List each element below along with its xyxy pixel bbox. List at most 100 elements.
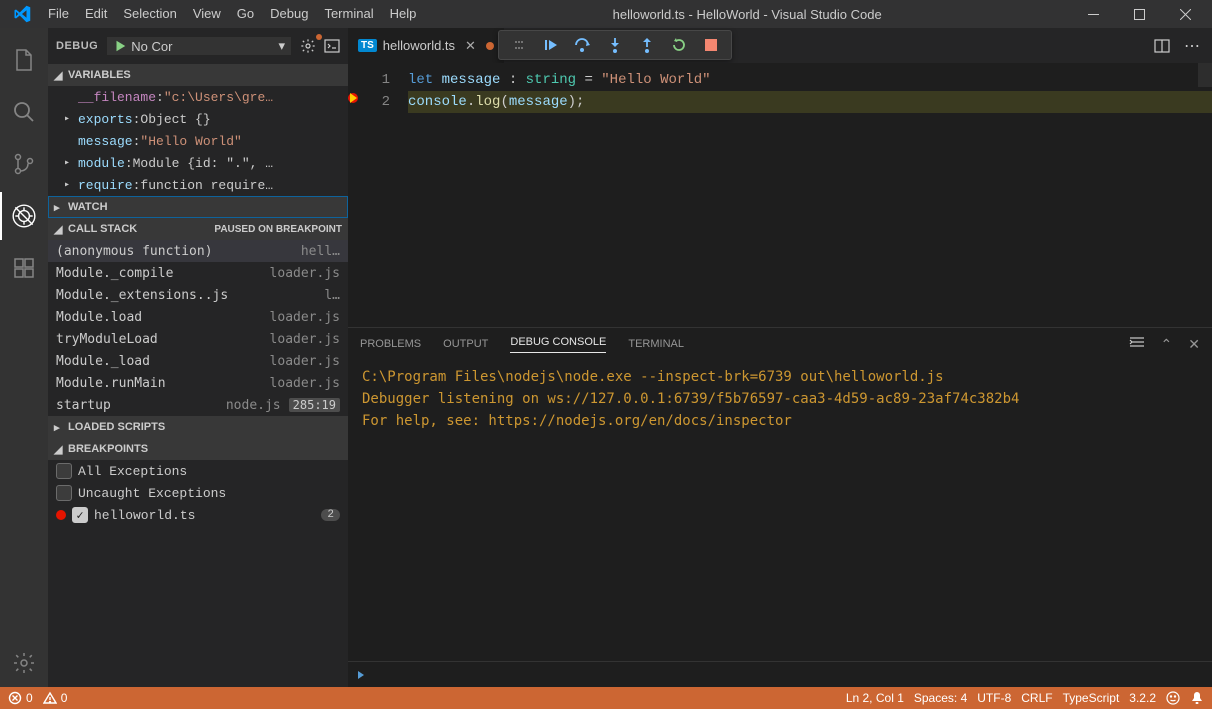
window-title: helloworld.ts - HelloWorld - Visual Stud… (424, 7, 1070, 22)
checkbox[interactable] (56, 485, 72, 501)
status-errors[interactable]: 0 (8, 691, 33, 705)
section-breakpoints-header[interactable]: ◢ BREAKPOINTS (48, 438, 348, 460)
menu-view[interactable]: View (185, 0, 229, 28)
titlebar: File Edit Selection View Go Debug Termin… (0, 0, 1212, 28)
step-over-icon[interactable] (567, 31, 599, 59)
split-editor-icon[interactable] (1154, 38, 1170, 54)
code-token: ); (568, 94, 585, 110)
stack-frame[interactable]: (anonymous function)hell… (48, 240, 348, 262)
menu-help[interactable]: Help (382, 0, 425, 28)
debug-console-toggle-icon[interactable] (324, 38, 340, 54)
debug-icon[interactable] (0, 192, 48, 240)
settings-badge-dot-icon (316, 34, 322, 40)
debug-sidebar: DEBUG No Cor ▾ ◢ VARIABLES __filename: "… (48, 28, 348, 687)
menu-go[interactable]: Go (229, 0, 262, 28)
more-actions-icon[interactable]: ⋯ (1184, 36, 1200, 56)
panel-close-icon[interactable]: ✕ (1188, 336, 1200, 353)
debug-settings-gear-icon[interactable] (300, 38, 316, 54)
window-close-icon[interactable] (1162, 0, 1208, 28)
stack-frame[interactable]: startupnode.js285:19 (48, 394, 348, 416)
debug-console-output[interactable]: C:\Program Files\nodejs\node.exe --inspe… (348, 360, 1212, 661)
status-language[interactable]: TypeScript (1063, 691, 1120, 705)
section-loaded-header[interactable]: ▸ LOADED SCRIPTS (48, 416, 348, 438)
stack-frame[interactable]: Module._extensions..jsl… (48, 284, 348, 306)
panel-maximize-icon[interactable]: ⌃ (1161, 336, 1173, 353)
editor-gutter[interactable]: 1 2 (348, 63, 408, 327)
code-token: string (526, 72, 576, 88)
clear-console-icon[interactable] (1129, 336, 1145, 353)
stack-frame[interactable]: tryModuleLoadloader.js (48, 328, 348, 350)
variable-row[interactable]: __filename: "c:\Users\gre… (48, 86, 348, 108)
checkbox[interactable]: ✓ (72, 507, 88, 523)
restart-icon[interactable] (663, 31, 695, 59)
warning-count: 0 (61, 691, 68, 705)
status-lncol[interactable]: Ln 2, Col 1 (846, 691, 904, 705)
minimap[interactable] (1198, 63, 1212, 87)
status-ts-version[interactable]: 3.2.2 (1129, 691, 1156, 705)
explorer-icon[interactable] (0, 36, 48, 84)
status-spaces[interactable]: Spaces: 4 (914, 691, 967, 705)
code-editor[interactable]: 1 2 let message : string = "Hello World"… (348, 63, 1212, 327)
status-encoding[interactable]: UTF-8 (977, 691, 1011, 705)
section-callstack-header[interactable]: ◢ CALL STACK PAUSED ON BREAKPOINT (48, 218, 348, 240)
menu-terminal[interactable]: Terminal (316, 0, 381, 28)
stack-frame[interactable]: Module._compileloader.js (48, 262, 348, 284)
code-content[interactable]: let message : string = "Hello World" con… (408, 63, 1212, 327)
menu-file[interactable]: File (40, 0, 77, 28)
tab-helloworld[interactable]: TS helloworld.ts ✕ (348, 28, 505, 63)
stack-frame[interactable]: Module.loadloader.js (48, 306, 348, 328)
section-variables-header[interactable]: ◢ VARIABLES (48, 64, 348, 86)
variable-row[interactable]: ▸module: Module {id: ".", … (48, 152, 348, 174)
variable-row[interactable]: ▸require: function require… (48, 174, 348, 196)
stack-frame[interactable]: Module.runMainloader.js (48, 372, 348, 394)
continue-icon[interactable] (535, 31, 567, 59)
section-loaded-title: LOADED SCRIPTS (68, 421, 165, 433)
section-callstack-title: CALL STACK (68, 223, 137, 235)
section-watch-header[interactable]: ▸ WATCH (48, 196, 348, 218)
checkbox[interactable] (56, 463, 72, 479)
panel-tab-problems[interactable]: PROBLEMS (360, 338, 421, 350)
settings-gear-icon[interactable] (0, 639, 48, 687)
search-icon[interactable] (0, 88, 48, 136)
breakpoint-row[interactable]: Uncaught Exceptions (48, 482, 348, 504)
source-control-icon[interactable] (0, 140, 48, 188)
bottom-panel: PROBLEMS OUTPUT DEBUG CONSOLE TERMINAL ⌃… (348, 327, 1212, 687)
panel-tab-output[interactable]: OUTPUT (443, 338, 488, 350)
start-debug-icon[interactable] (113, 39, 127, 53)
menu-debug[interactable]: Debug (262, 0, 316, 28)
chevron-down-icon: ◢ (54, 69, 64, 82)
notifications-bell-icon[interactable] (1190, 691, 1204, 705)
breakpoint-row[interactable]: All Exceptions (48, 460, 348, 482)
chevron-right-icon: ▸ (54, 421, 64, 434)
menu-selection[interactable]: Selection (115, 0, 184, 28)
breakpoint-row[interactable]: ✓helloworld.ts2 (48, 504, 348, 526)
debug-console-input[interactable] (348, 661, 1212, 687)
debug-config-dropdown[interactable]: No Cor ▾ (106, 36, 292, 56)
status-eol[interactable]: CRLF (1021, 691, 1052, 705)
debug-toolbar[interactable] (498, 30, 732, 60)
panel-tab-debugconsole[interactable]: DEBUG CONSOLE (510, 336, 606, 353)
stop-icon[interactable] (695, 31, 727, 59)
tab-close-icon[interactable]: ✕ (465, 38, 476, 54)
window-minimize-icon[interactable] (1070, 0, 1116, 28)
typescript-file-icon: TS (358, 39, 377, 52)
stack-frame[interactable]: Module._loadloader.js (48, 350, 348, 372)
panel-tab-terminal[interactable]: TERMINAL (628, 338, 684, 350)
drag-handle-icon[interactable] (503, 31, 535, 59)
status-warnings[interactable]: 0 (43, 691, 68, 705)
chevron-down-icon: ◢ (54, 443, 64, 456)
variable-row[interactable]: message: "Hello World" (48, 130, 348, 152)
chevron-down-icon: ◢ (54, 223, 64, 236)
dropdown-chevron-icon: ▾ (278, 38, 285, 54)
code-token: "Hello World" (601, 72, 710, 88)
debug-config-name: No Cor (131, 39, 274, 54)
variable-row[interactable]: ▸exports: Object {} (48, 108, 348, 130)
section-breakpoints-title: BREAKPOINTS (68, 443, 148, 455)
extensions-icon[interactable] (0, 244, 48, 292)
step-into-icon[interactable] (599, 31, 631, 59)
step-out-icon[interactable] (631, 31, 663, 59)
vscode-logo-icon (12, 4, 32, 24)
window-maximize-icon[interactable] (1116, 0, 1162, 28)
menu-edit[interactable]: Edit (77, 0, 115, 28)
feedback-smiley-icon[interactable] (1166, 691, 1180, 705)
